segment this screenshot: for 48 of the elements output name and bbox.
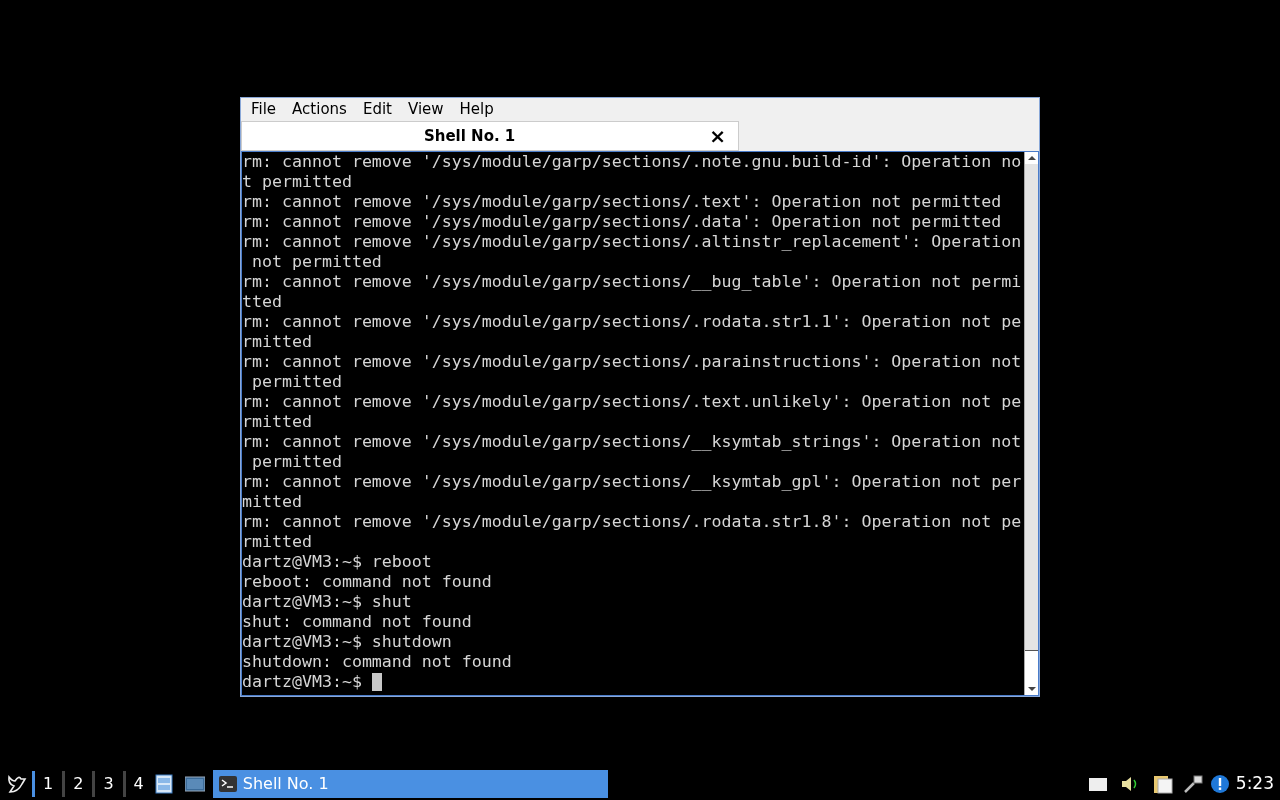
menu-item[interactable]: View: [399, 98, 452, 121]
terminal-line: rm: cannot remove '/sys/module/garp/sections/.text': Operation not permitted: [242, 192, 1003, 212]
terminal-line: rm: cannot remove '/sys/module/garp/sections/.rodata.str1.1': Operation not pe: [242, 312, 1023, 332]
workspace-button[interactable]: 4: [122, 771, 153, 797]
terminal-line: rmitted: [242, 532, 313, 552]
workspace-button[interactable]: 3: [92, 771, 123, 797]
terminal-line: dartz@VM3:~$ reboot: [242, 552, 433, 572]
cursor-icon: [371, 673, 382, 691]
terminal-line: rm: cannot remove '/sys/module/garp/sections/__ksymtab_gpl': Operation not per: [242, 472, 1023, 492]
workspace-button[interactable]: 1: [32, 771, 63, 797]
clipboard-icon[interactable]: [1151, 774, 1174, 794]
terminal-line: rm: cannot remove '/sys/module/garp/sections/.text.unlikely': Operation not pe: [242, 392, 1023, 412]
terminal-line: rmitted: [242, 412, 313, 432]
terminal-icon: [218, 776, 237, 792]
terminal-line: dartz@VM3:~$ shutdown: [242, 632, 453, 652]
terminal-line: rm: cannot remove '/sys/module/garp/sections/__bug_table': Operation not permi: [242, 272, 1023, 292]
close-icon[interactable]: ×: [697, 126, 738, 146]
terminal-line: tted: [242, 292, 283, 312]
terminal-line: permitted: [251, 452, 343, 472]
terminal-line: reboot: command not found: [242, 572, 493, 592]
clock[interactable]: 5:23: [1235, 771, 1274, 797]
terminal-line: rm: cannot remove '/sys/module/garp/sections/__ksymtab_strings': Operation not: [242, 432, 1023, 452]
scrollbar[interactable]: [1024, 152, 1038, 695]
menu-item[interactable]: Actions: [284, 98, 355, 121]
terminal-line: rm: cannot remove '/sys/module/garp/sections/.parainstructions': Operation not: [242, 352, 1023, 372]
terminal-line: mitted: [242, 492, 303, 512]
scrollbar-thumb[interactable]: [1025, 164, 1038, 651]
terminal-line: permitted: [251, 372, 343, 392]
workspace-button[interactable]: 2: [62, 771, 93, 797]
drive-icon[interactable]: [1087, 776, 1108, 792]
terminal-prompt: dartz@VM3:~$: [242, 672, 363, 692]
desktop-icon[interactable]: [184, 776, 205, 792]
menu-item[interactable]: Help: [451, 98, 502, 121]
tab[interactable]: Shell No. 1 ×: [241, 121, 739, 151]
terminal-line: shut: command not found: [242, 612, 473, 632]
terminal-line: not permitted: [251, 252, 383, 272]
terminal-line: shutdown: command not found: [242, 652, 513, 672]
info-icon[interactable]: [1209, 774, 1230, 794]
terminal-line: rm: cannot remove '/sys/module/garp/sections/.rodata.str1.8': Operation not pe: [242, 512, 1023, 532]
terminal-line: dartz@VM3:~$ shut: [242, 592, 413, 612]
terminal-line: rmitted: [242, 332, 313, 352]
file-cabinet-icon[interactable]: [154, 774, 173, 794]
terminal-line: t permitted: [242, 172, 353, 192]
menu-item[interactable]: Edit: [354, 98, 400, 121]
terminal-line: rm: cannot remove '/sys/module/garp/sections/.note.gnu.build-id': Operation no: [242, 152, 1023, 172]
terminal-line: rm: cannot remove '/sys/module/garp/sections/.altinstr_replacement': Operation: [242, 232, 1023, 252]
terminal-line: rm: cannot remove '/sys/module/garp/sections/.data': Operation not permitted: [242, 212, 1003, 232]
menu-item[interactable]: File: [243, 98, 285, 121]
